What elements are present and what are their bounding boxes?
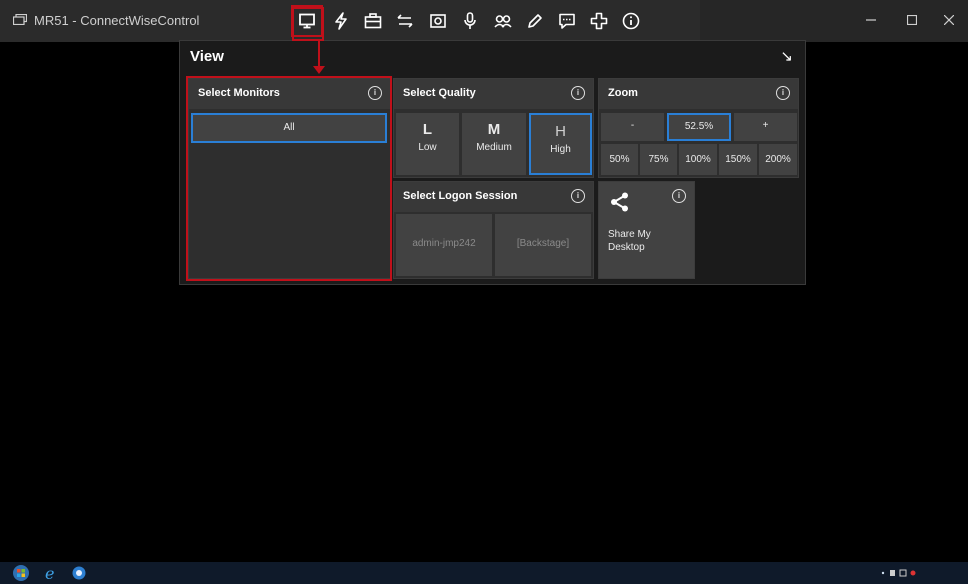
quality-high-button[interactable]: H High bbox=[529, 113, 592, 175]
close-button[interactable] bbox=[930, 8, 968, 32]
plus-cross-icon[interactable] bbox=[585, 7, 613, 35]
screenshot-camera-icon[interactable] bbox=[424, 7, 452, 35]
system-tray-icons[interactable] bbox=[880, 568, 924, 578]
quality-low-label: Low bbox=[418, 142, 437, 153]
monitors-highlight-box bbox=[186, 76, 392, 281]
remote-app-taskbar-icon[interactable] bbox=[70, 564, 88, 582]
panel-title: View bbox=[190, 48, 224, 65]
window-title: MR51 - ConnectWiseControl bbox=[34, 13, 200, 28]
info-icon[interactable]: i bbox=[571, 86, 585, 100]
select-quality-label: Select Quality bbox=[403, 87, 476, 99]
share-desktop-label-line1: Share My bbox=[608, 229, 651, 240]
zoom-preset-75[interactable]: 75% bbox=[640, 144, 677, 175]
annotation-arrow bbox=[313, 66, 325, 74]
info-icon[interactable]: i bbox=[571, 189, 585, 203]
select-logon-session-label: Select Logon Session bbox=[403, 190, 518, 202]
quality-low-button[interactable]: L Low bbox=[396, 113, 459, 175]
share-desktop-label-line2: Desktop bbox=[608, 242, 645, 253]
select-quality-header: Select Quality i bbox=[394, 79, 593, 109]
zoom-in-button[interactable]: + bbox=[734, 113, 797, 141]
select-quality-tile: Select Quality i L Low M Medium H High bbox=[393, 78, 594, 178]
zoom-preset-200[interactable]: 200% bbox=[759, 144, 797, 175]
svg-text:e: e bbox=[45, 564, 54, 582]
zoom-preset-150[interactable]: 150% bbox=[719, 144, 757, 175]
zoom-level-field[interactable]: 52.5% bbox=[667, 113, 731, 141]
close-icon bbox=[944, 15, 954, 25]
share-icon bbox=[611, 192, 628, 212]
window-icon bbox=[13, 14, 27, 25]
info-icon[interactable]: i bbox=[672, 189, 686, 203]
zoom-out-button[interactable]: - bbox=[601, 113, 664, 141]
maximize-icon bbox=[907, 15, 917, 25]
logon-session-backstage[interactable]: [Backstage] bbox=[495, 214, 591, 276]
quality-low-letter: L bbox=[422, 121, 433, 138]
taskbar: e bbox=[0, 562, 968, 584]
minimize-button[interactable] bbox=[852, 8, 890, 32]
start-orb-icon[interactable] bbox=[12, 564, 30, 582]
info-icon[interactable] bbox=[617, 7, 645, 35]
share-my-desktop-tile[interactable]: i Share My Desktop bbox=[598, 181, 695, 279]
title-bar: MR51 - ConnectWiseControl bbox=[0, 0, 968, 42]
select-logon-session-header: Select Logon Session i bbox=[394, 182, 593, 212]
quality-medium-button[interactable]: M Medium bbox=[462, 113, 526, 175]
info-icon[interactable]: i bbox=[776, 86, 790, 100]
quality-medium-letter: M bbox=[487, 121, 501, 138]
zoom-tile: Zoom i - 52.5% + 50% 75% 100% 150% 200% bbox=[598, 78, 799, 178]
collapse-arrow-icon[interactable]: ↘ bbox=[780, 47, 793, 65]
maximize-button[interactable] bbox=[893, 8, 931, 32]
zoom-label: Zoom bbox=[608, 87, 638, 99]
transfer-icon[interactable] bbox=[391, 7, 419, 35]
select-logon-session-tile: Select Logon Session i admin-jmp242 [Bac… bbox=[393, 181, 594, 279]
logon-session-admin[interactable]: admin-jmp242 bbox=[396, 214, 492, 276]
participants-icon[interactable] bbox=[489, 7, 517, 35]
remote-session-window: MR51 - ConnectWiseControl View ↘ Select … bbox=[0, 0, 968, 584]
quality-medium-label: Medium bbox=[476, 142, 512, 153]
zoom-preset-100[interactable]: 100% bbox=[679, 144, 717, 175]
toolbox-icon[interactable] bbox=[359, 7, 387, 35]
minimize-icon bbox=[866, 19, 876, 21]
microphone-icon[interactable] bbox=[456, 7, 484, 35]
zoom-header: Zoom i bbox=[599, 79, 798, 109]
toolbar-highlight-box bbox=[292, 7, 324, 41]
quality-high-letter: H bbox=[555, 123, 566, 140]
pencil-icon[interactable] bbox=[521, 7, 549, 35]
internet-explorer-icon[interactable]: e bbox=[42, 564, 60, 582]
lightning-icon[interactable] bbox=[327, 7, 355, 35]
chat-icon[interactable] bbox=[553, 7, 581, 35]
zoom-preset-50[interactable]: 50% bbox=[601, 144, 638, 175]
quality-high-label: High bbox=[550, 144, 571, 155]
